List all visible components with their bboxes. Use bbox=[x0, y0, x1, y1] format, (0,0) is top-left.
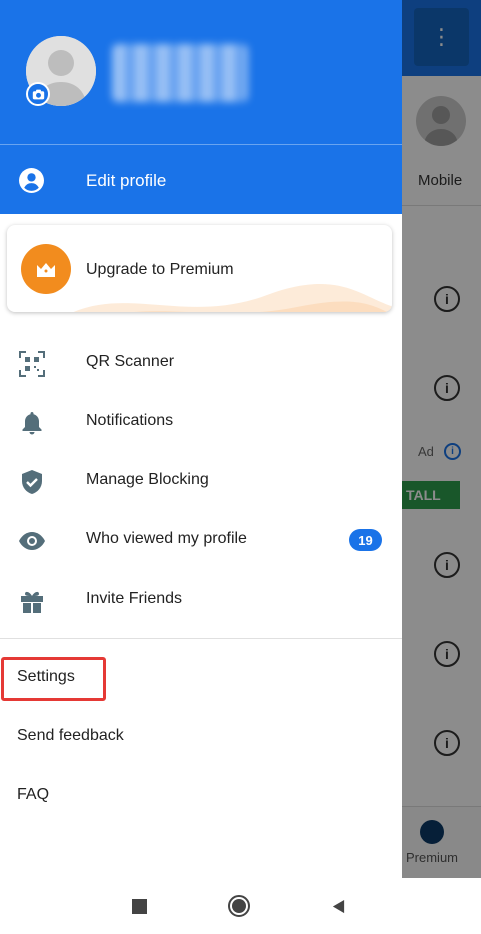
menu-item-qr-scanner[interactable]: QR Scanner bbox=[0, 338, 402, 388]
menu-divider bbox=[0, 638, 402, 639]
menu-item-manage-blocking[interactable]: Manage Blocking bbox=[0, 456, 402, 506]
settings-highlight bbox=[1, 657, 106, 701]
count-badge: 19 bbox=[349, 529, 382, 551]
menu-item-notifications[interactable]: Notifications bbox=[0, 397, 402, 447]
menu-item-label: Notifications bbox=[86, 412, 174, 429]
square-icon bbox=[131, 898, 147, 914]
menu-item-invite-friends[interactable]: Invite Friends bbox=[0, 575, 402, 625]
header-divider bbox=[0, 144, 402, 145]
menu-item-who-viewed[interactable]: Who viewed my profile 19 bbox=[0, 515, 402, 565]
home-button[interactable] bbox=[209, 878, 269, 934]
crown-icon bbox=[21, 244, 71, 294]
edit-profile-label: Edit profile bbox=[86, 171, 167, 190]
back-button[interactable] bbox=[308, 878, 368, 934]
shield-icon bbox=[22, 470, 42, 494]
menu-item-label: QR Scanner bbox=[86, 353, 175, 370]
recent-apps-button[interactable] bbox=[109, 878, 169, 934]
faq-label: FAQ bbox=[17, 786, 50, 803]
eye-icon bbox=[19, 532, 45, 550]
menu-item-label: Manage Blocking bbox=[86, 471, 209, 488]
qr-scanner-icon bbox=[19, 351, 45, 377]
upgrade-premium-card[interactable]: Upgrade to Premium bbox=[7, 225, 392, 312]
bell-icon bbox=[22, 412, 42, 435]
system-nav-bar bbox=[0, 878, 481, 934]
profile-name-blurred bbox=[112, 44, 248, 102]
menu-item-label: Who viewed my profile bbox=[86, 530, 247, 547]
navigation-drawer: Edit profile Upgrade to Premium QR Scann… bbox=[0, 0, 402, 878]
home-circle-icon bbox=[228, 895, 250, 917]
menu-item-send-feedback[interactable]: Send feedback bbox=[0, 715, 402, 761]
upgrade-premium-label: Upgrade to Premium bbox=[86, 261, 234, 278]
account-circle-icon bbox=[19, 168, 44, 193]
menu-item-faq[interactable]: FAQ bbox=[0, 774, 402, 820]
drawer-header: Edit profile bbox=[0, 0, 402, 214]
back-triangle-icon bbox=[332, 899, 344, 913]
gift-icon bbox=[21, 591, 43, 613]
edit-profile-button[interactable]: Edit profile bbox=[0, 146, 402, 214]
camera-icon[interactable] bbox=[26, 82, 50, 106]
menu-item-label: Invite Friends bbox=[86, 590, 183, 607]
send-feedback-label: Send feedback bbox=[17, 727, 124, 744]
